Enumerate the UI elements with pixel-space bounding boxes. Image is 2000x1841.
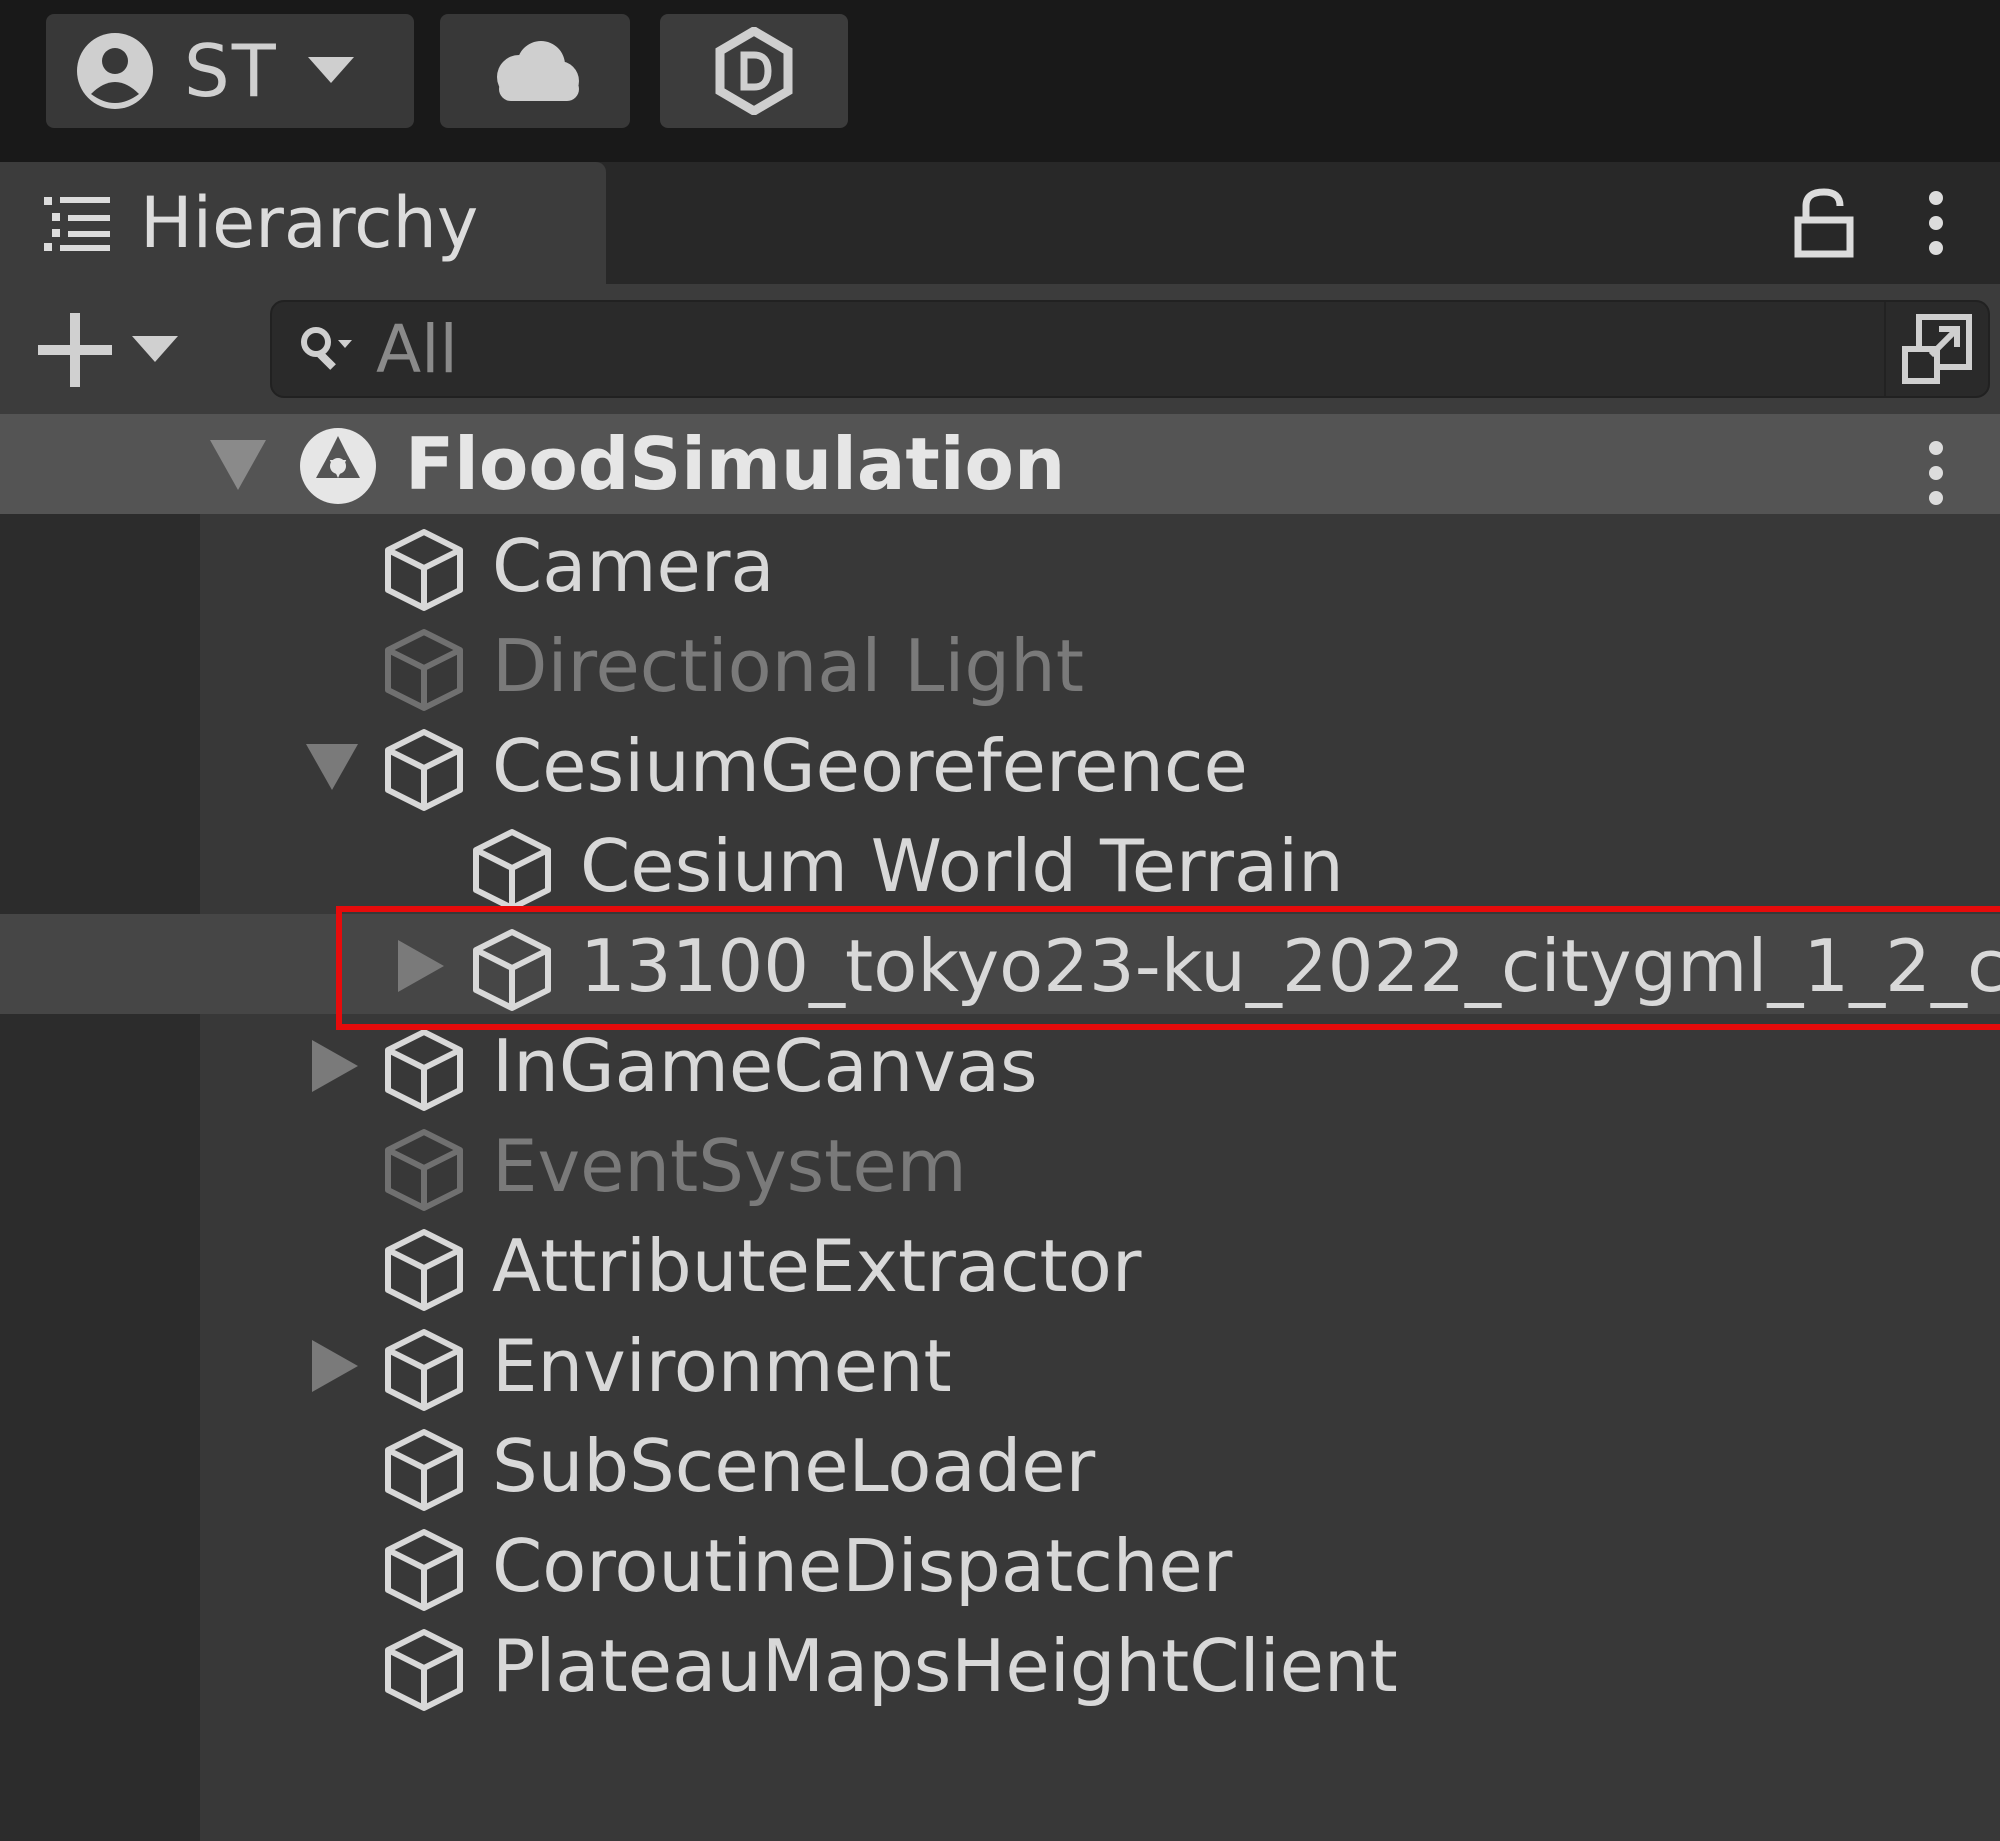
tree-item-label: SubSceneLoader [492, 1424, 1096, 1508]
tree-item-label: PlateauMapsHeightClient [492, 1624, 1398, 1708]
tab-hierarchy[interactable]: Hierarchy [0, 162, 606, 284]
hierarchy-tree: FloodSimulation Camera Directional Light C… [0, 414, 2000, 1841]
collapse-arrow-icon[interactable] [306, 1340, 362, 1396]
tree-item-label: Camera [492, 524, 775, 608]
more-vertical-icon[interactable] [1920, 188, 1952, 258]
gameobject-cube-icon [385, 1129, 463, 1211]
more-vertical-icon[interactable] [1920, 438, 1952, 508]
unity-scene-icon [300, 428, 376, 504]
search-row [0, 284, 2000, 414]
gameobject-cube-icon [385, 1029, 463, 1111]
gameobject-cube-icon [385, 1329, 463, 1411]
tree-row[interactable]: AttributeExtractor [0, 1214, 2000, 1314]
create-button[interactable] [36, 304, 206, 396]
tree-row[interactable]: CoroutineDispatcher [0, 1514, 2000, 1614]
lock-icon[interactable] [1794, 188, 1854, 258]
tree-item-label: AttributeExtractor [492, 1224, 1142, 1308]
tree-item-label: CesiumGeoreference [492, 724, 1248, 808]
search-mode-button[interactable] [1884, 302, 1988, 396]
gameobject-cube-icon [385, 1529, 463, 1611]
plus-icon [38, 313, 112, 387]
search-box [270, 300, 1990, 398]
cloud-button[interactable] [440, 14, 630, 128]
collab-button[interactable] [660, 14, 848, 128]
tree-item-label: InGameCanvas [492, 1024, 1038, 1108]
scene-row[interactable]: FloodSimulation [0, 414, 2000, 514]
gameobject-cube-icon [385, 729, 463, 811]
tree-item-label: CoroutineDispatcher [492, 1524, 1233, 1608]
tree-item-label: Directional Light [492, 624, 1084, 708]
gameobject-cube-icon [385, 629, 463, 711]
chevron-down-icon [132, 336, 178, 362]
tree-row[interactable]: Environment [0, 1314, 2000, 1414]
list-icon [44, 197, 110, 251]
tree-row[interactable]: CesiumGeoreference [0, 714, 2000, 814]
gameobject-cube-icon [473, 829, 551, 911]
tree-item-label: Cesium World Terrain [580, 824, 1344, 908]
collapse-arrow-icon[interactable] [392, 940, 448, 996]
tree-row[interactable]: EventSystem [0, 1114, 2000, 1214]
tree-item-label: EventSystem [492, 1124, 967, 1208]
hexagon-d-icon [715, 27, 793, 115]
tree-row[interactable]: Directional Light [0, 614, 2000, 714]
top-toolbar: ST [0, 0, 2000, 162]
gameobject-cube-icon [385, 1429, 463, 1511]
scene-name: FloodSimulation [405, 422, 1066, 506]
account-label: ST [184, 29, 278, 113]
tree-row[interactable]: Camera [0, 514, 2000, 614]
account-icon [77, 33, 153, 109]
search-icon [301, 327, 352, 370]
tree-item-label: Environment [492, 1324, 952, 1408]
tab-title: Hierarchy [140, 182, 479, 264]
gameobject-cube-icon [385, 529, 463, 611]
gameobject-cube-icon [473, 929, 551, 1011]
tree-row[interactable]: InGameCanvas [0, 1014, 2000, 1114]
account-button[interactable]: ST [46, 14, 414, 128]
tab-strip: Hierarchy [0, 162, 2000, 284]
expand-arrow-icon[interactable] [210, 440, 266, 490]
search-input[interactable] [376, 310, 1676, 388]
chevron-down-icon [307, 57, 354, 83]
gameobject-cube-icon [385, 1229, 463, 1311]
cloud-icon [497, 41, 579, 101]
tree-row[interactable]: Cesium World Terrain [0, 814, 2000, 914]
expand-arrow-icon[interactable] [306, 740, 362, 796]
scene-search-icon [1902, 314, 1972, 384]
tree-row[interactable]: SubSceneLoader [0, 1414, 2000, 1514]
tree-row[interactable]: PlateauMapsHeightClient [0, 1614, 2000, 1714]
tree-row[interactable]: 13100_tokyo23-ku_2022_citygml_1_2_c [0, 914, 2000, 1014]
tree-item-label: 13100_tokyo23-ku_2022_citygml_1_2_c [580, 924, 2000, 1008]
collapse-arrow-icon[interactable] [306, 1040, 362, 1096]
gameobject-cube-icon [385, 1629, 463, 1711]
